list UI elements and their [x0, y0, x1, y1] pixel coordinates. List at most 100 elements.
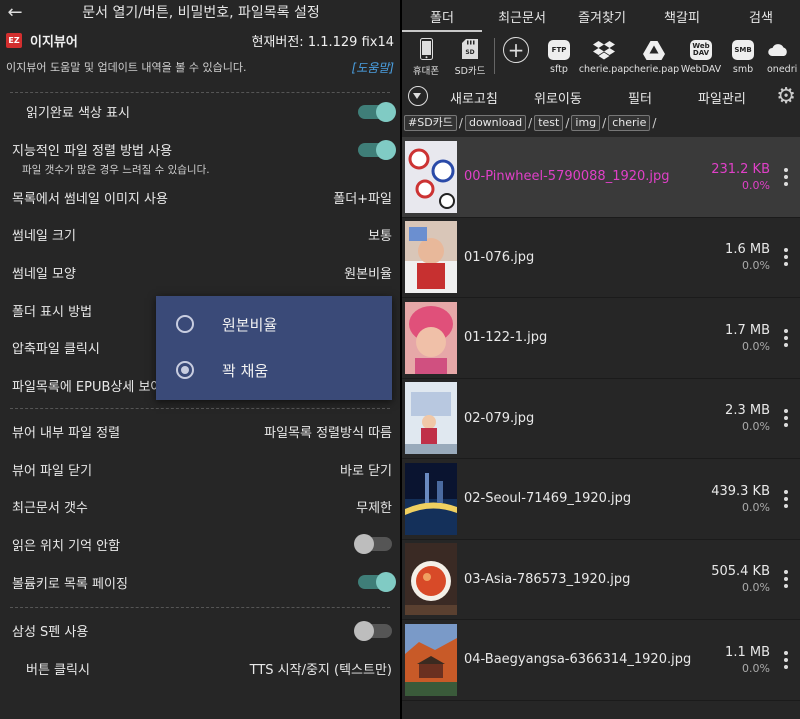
setting-label: 썸네일 모양 [12, 267, 76, 283]
settings-row[interactable]: 썸네일 모양 원본비율 [0, 254, 400, 292]
more-vert-icon[interactable] [778, 488, 794, 509]
cloud-google-drive[interactable]: cherie.pap [629, 37, 679, 75]
breadcrumb-separator: / [652, 116, 657, 130]
storage-sdcard[interactable]: SD SD카드 [448, 36, 492, 77]
file-meta: 1.6 MB 0.0% [725, 242, 770, 272]
svg-text:SD: SD [465, 49, 474, 56]
file-meta: 439.3 KB 0.0% [711, 484, 770, 514]
file-size: 231.2 KB [711, 161, 770, 177]
tab-favorites[interactable]: 즐겨찾기 [562, 7, 642, 26]
settings-row[interactable]: 볼륨키로 목록 페이징 [0, 563, 400, 601]
dropdown-menu-icon[interactable] [408, 86, 428, 106]
read-progress: 0.0% [742, 500, 770, 514]
tab-folder[interactable]: 폴더 [402, 7, 482, 26]
file-row[interactable]: 01-076.jpg 1.6 MB 0.0% [402, 218, 800, 298]
settings-row[interactable]: 읽기완료 색상 표시 [0, 93, 400, 131]
read-progress: 0.0% [742, 581, 770, 595]
cloud-sftp[interactable]: FTP sftp [539, 37, 579, 75]
settings-row[interactable]: 뷰어 내부 파일 정렬 파일목록 정렬방식 따름 [0, 413, 400, 451]
settings-row[interactable]: 썸네일 크기 보통 [0, 216, 400, 254]
file-meta: 2.3 MB 0.0% [725, 403, 770, 433]
breadcrumb-item[interactable]: #SD카드 [404, 115, 457, 131]
settings-row[interactable]: 최근문서 갯수 무제한 [0, 488, 400, 526]
tab-recent[interactable]: 최근문서 [482, 7, 562, 26]
back-arrow-icon[interactable]: ← [0, 0, 30, 24]
file-manage-button[interactable]: 파일관리 [698, 88, 746, 107]
breadcrumb: #SD카드 / download / test / img / cherie / [402, 112, 800, 134]
setting-toggle[interactable] [354, 534, 392, 555]
settings-section-spen: 삼성 S펜 사용 버튼 클릭시 TTS 시작/중지 (텍스트만) [0, 612, 400, 687]
file-name: 03-Asia-786573_1920.jpg [464, 571, 631, 587]
file-row[interactable]: 02-079.jpg 2.3 MB 0.0% [402, 379, 800, 459]
file-list: 00-Pinwheel-5790088_1920.jpg 231.2 KB 0.0%… [402, 137, 800, 701]
toggle-knob [354, 534, 374, 555]
toggle-knob [376, 101, 396, 122]
settings-row[interactable]: 뷰어 파일 닫기 바로 닫기 [0, 450, 400, 488]
popup-option-original[interactable]: 원본비율 [156, 301, 392, 347]
more-vert-icon[interactable] [778, 327, 794, 348]
file-thumbnail [405, 623, 457, 696]
app-logo-icon: EZ [6, 32, 22, 48]
setting-label: 지능적인 파일 정렬 방법 사용 [12, 144, 173, 160]
more-vert-icon[interactable] [778, 569, 794, 590]
file-row[interactable]: 01-122-1.jpg 1.7 MB 0.0% [402, 298, 800, 379]
help-link[interactable]: [도움말] [352, 59, 394, 76]
popup-option-fill[interactable]: 꽉 채움 [156, 347, 392, 393]
thumbnail-shape-popup: 원본비율 꽉 채움 [156, 296, 392, 400]
setting-label: 뷰어 내부 파일 정렬 [12, 425, 121, 441]
file-row[interactable]: 03-Asia-786573_1920.jpg 505.4 KB 0.0% [402, 540, 800, 620]
file-thumbnail [405, 221, 457, 294]
setting-toggle[interactable] [358, 139, 396, 160]
cloud-onedrive[interactable]: onedrive [767, 37, 797, 75]
radio-unchecked-icon[interactable] [176, 315, 194, 333]
file-name: 02-079.jpg [464, 410, 535, 426]
radio-checked-icon[interactable] [176, 361, 194, 379]
setting-value: 파일목록 정렬방식 따름 [264, 425, 392, 441]
more-vert-icon[interactable] [778, 408, 794, 429]
setting-toggle[interactable] [358, 572, 396, 593]
setting-value: 바로 닫기 [340, 463, 392, 479]
file-size: 505.4 KB [711, 564, 770, 580]
more-vert-icon[interactable] [778, 166, 794, 187]
toggle-knob [354, 620, 374, 641]
app-version: 현재버전: 1.1.129 fix14 [251, 34, 394, 50]
sdcard-icon: SD [462, 36, 478, 62]
tab-bookmarks[interactable]: 책갈피 [642, 7, 722, 26]
breadcrumb-item[interactable]: cherie [608, 115, 651, 131]
file-browser-panel: 폴더 최근문서 즐겨찾기 책갈피 검색 휴대폰 SD SD카드 + FTP sf… [402, 0, 800, 719]
settings-row[interactable]: 목록에서 썸네일 이미지 사용 폴더+파일 [0, 178, 400, 216]
refresh-button[interactable]: 새로고침 [450, 88, 498, 107]
breadcrumb-item[interactable]: download [464, 115, 527, 131]
settings-row[interactable]: 삼성 S펜 사용 [0, 612, 400, 650]
breadcrumb-separator: / [458, 116, 463, 130]
cloud-webdav[interactable]: Web DAV WebDAV [679, 37, 723, 75]
setting-toggle[interactable] [358, 101, 396, 122]
file-row[interactable]: 02-Seoul-71469_1920.jpg 439.3 KB 0.0% [402, 459, 800, 540]
breadcrumb-item[interactable]: img [571, 115, 601, 131]
breadcrumb-item[interactable]: test [534, 115, 564, 131]
cloud-smb[interactable]: SMB smb [723, 37, 763, 75]
settings-row[interactable]: 읽은 위치 기억 안함 [0, 526, 400, 564]
help-row: 이지뷰어 도움말 및 업데이트 내역을 볼 수 있습니다. [도움말] [0, 56, 400, 78]
gear-icon[interactable]: ⚙ [776, 84, 796, 109]
settings-row[interactable]: 버튼 클릭시 TTS 시작/중지 (텍스트만) [0, 650, 400, 688]
file-size: 2.3 MB [725, 403, 770, 419]
toggle-knob [376, 139, 396, 160]
google-drive-icon [643, 37, 665, 63]
add-storage-icon[interactable]: + [503, 37, 529, 63]
more-vert-icon[interactable] [778, 247, 794, 268]
filter-button[interactable]: 필터 [628, 88, 652, 107]
file-row[interactable]: 04-Baegyangsa-6366314_1920.jpg 1.1 MB 0.0% [402, 620, 800, 701]
file-row[interactable]: 00-Pinwheel-5790088_1920.jpg 231.2 KB 0.0% [402, 137, 800, 218]
tab-bar: 폴더 최근문서 즐겨찾기 책갈피 검색 [402, 0, 800, 32]
go-up-button[interactable]: 위로이동 [534, 88, 582, 107]
read-progress: 0.0% [742, 420, 770, 434]
settings-section-viewer: 뷰어 내부 파일 정렬 파일목록 정렬방식 따름뷰어 파일 닫기 바로 닫기 최근문서… [0, 413, 400, 601]
more-vert-icon[interactable] [778, 649, 794, 670]
tab-search[interactable]: 검색 [722, 7, 800, 26]
cloud-dropbox[interactable]: cherie.pap [579, 37, 629, 75]
storage-phone[interactable]: 휴대폰 [404, 36, 448, 77]
file-name: 01-122-1.jpg [464, 330, 548, 346]
setting-toggle[interactable] [354, 620, 392, 641]
file-size: 1.1 MB [725, 644, 770, 660]
